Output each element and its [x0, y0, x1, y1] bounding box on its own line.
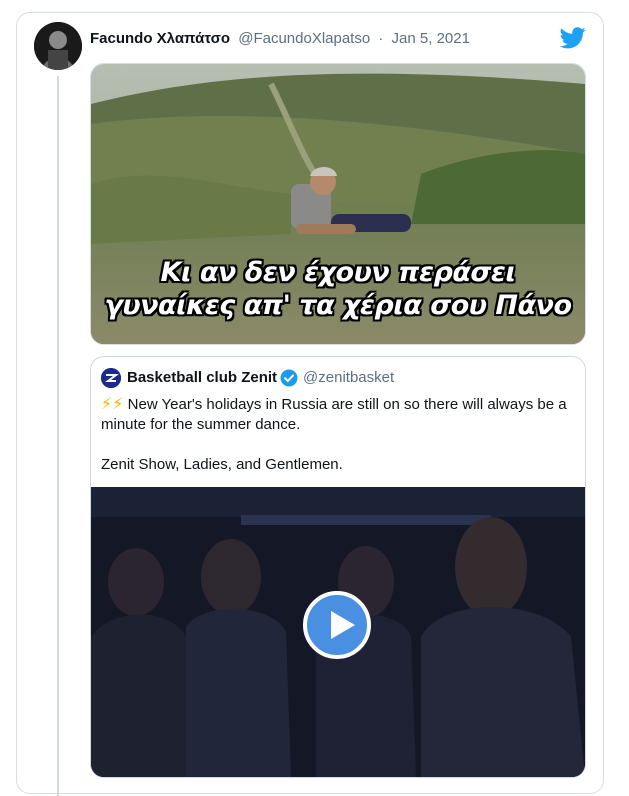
- tweet-media-image[interactable]: Κι αν δεν έχουν περάσει γυναίκες απ' τα …: [90, 63, 586, 345]
- separator: ·: [378, 30, 384, 47]
- subtitle-line-2: γυναίκες απ' τα χέρια σου Πάνο: [104, 290, 573, 321]
- quoted-video[interactable]: [91, 487, 585, 777]
- quoted-text-line-1: New Year's holidays in Russia are still …: [101, 396, 567, 433]
- play-icon[interactable]: [303, 591, 371, 659]
- quoted-author-handle[interactable]: @zenitbasket: [303, 369, 394, 386]
- verified-badge-icon: [280, 369, 298, 387]
- zenit-avatar[interactable]: [101, 368, 121, 388]
- quoted-tweet-header: Basketball club Zenit @zenitbasket: [101, 367, 394, 389]
- tweet-card[interactable]: Facundo Χλαπάτσο @FacundoXlapatso · Jan …: [16, 12, 604, 796]
- user-avatar[interactable]: [34, 22, 82, 70]
- twitter-bird-icon[interactable]: [559, 27, 586, 49]
- tweet-header: Facundo Χλαπάτσο @FacundoXlapatso · Jan …: [90, 29, 470, 49]
- thread-line: [57, 76, 59, 796]
- author-name[interactable]: Facundo Χλαπάτσο: [90, 30, 230, 47]
- quoted-text-line-2: Zenit Show, Ladies, and Gentlemen.: [101, 456, 343, 473]
- author-handle[interactable]: @FacundoXlapatso: [238, 30, 370, 47]
- subtitle-line-1: Κι αν δεν έχουν περάσει: [160, 257, 516, 288]
- quoted-tweet[interactable]: Basketball club Zenit @zenitbasket ⚡⚡ Ne…: [90, 356, 586, 778]
- quoted-tweet-text: ⚡⚡ New Year's holidays in Russia are sti…: [101, 395, 577, 495]
- tweet-date[interactable]: Jan 5, 2021: [392, 30, 470, 47]
- lightning-emoji: ⚡⚡: [101, 396, 124, 413]
- video-subtitle: Κι αν δεν έχουν περάσει γυναίκες απ' τα …: [91, 256, 585, 322]
- quoted-author-name[interactable]: Basketball club Zenit: [127, 369, 277, 386]
